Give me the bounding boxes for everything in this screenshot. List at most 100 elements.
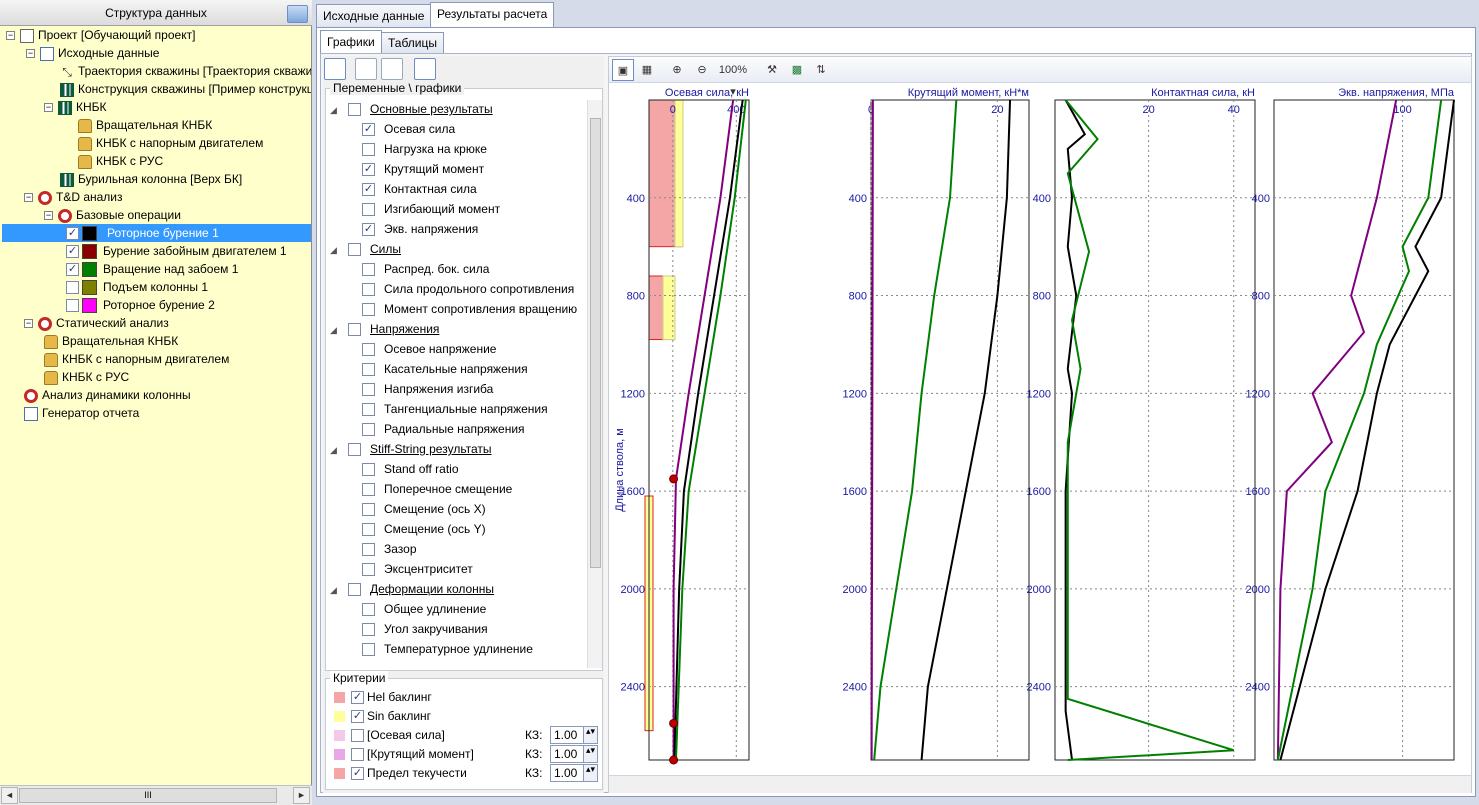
variable-category[interactable]: ◢ Stiff-String результаты	[330, 439, 492, 459]
variable-checkbox[interactable]	[348, 323, 361, 337]
variable-checkbox[interactable]	[362, 563, 375, 577]
tree-item[interactable]: ✓ Бурение забойным двигателем 1	[66, 242, 287, 260]
variable-checkbox[interactable]	[362, 143, 375, 157]
variable-item[interactable]: ✓ Крутящий момент	[362, 159, 484, 179]
panel-options-button[interactable]	[287, 5, 308, 23]
tree-item[interactable]: КНБК с РУС	[44, 368, 129, 386]
variable-checkbox[interactable]	[362, 543, 375, 557]
variable-category[interactable]: ◢ Основные результаты	[330, 99, 493, 119]
variable-item[interactable]: Поперечное смещение	[362, 479, 512, 499]
tree-item[interactable]: Подъем колонны 1	[66, 278, 208, 296]
collapse-toggle[interactable]: −	[6, 31, 15, 41]
expand-arrow-icon[interactable]: ◢	[330, 240, 342, 260]
variable-item[interactable]: Касательные напряжения	[362, 359, 528, 379]
scroll-right-button[interactable]: ►	[293, 787, 310, 804]
variable-item[interactable]: Сила продольного сопротивления	[362, 279, 574, 299]
variable-checkbox[interactable]: ✓	[362, 223, 375, 237]
tree-item[interactable]: Вращательная КНБК	[78, 116, 212, 134]
variable-checkbox[interactable]	[362, 503, 375, 517]
variable-checkbox[interactable]	[362, 423, 375, 437]
variable-item[interactable]: Смещение (ось Y)	[362, 519, 486, 539]
legend-toggle-icon[interactable]: ▣	[612, 59, 634, 81]
variable-category[interactable]: ◢ Силы	[330, 239, 401, 259]
tree-item[interactable]: − Статический анализ	[24, 314, 169, 332]
kz-spinner[interactable]: ▴▾	[583, 746, 597, 762]
tree-item[interactable]: − Базовые операции	[44, 206, 181, 224]
tree-item[interactable]: КНБК с напорным двигателем	[78, 134, 263, 152]
layout-icon[interactable]	[414, 58, 436, 80]
tree-item[interactable]: − КНБК	[44, 98, 107, 116]
tree-item-checkbox[interactable]	[66, 281, 79, 295]
axis-settings-icon[interactable]: ⇅	[811, 59, 831, 81]
variable-checkbox[interactable]	[362, 363, 375, 377]
zoom-level-select[interactable]: 100% ▾	[715, 59, 751, 98]
collapse-toggle[interactable]: −	[24, 319, 33, 329]
kz-input[interactable]: 1.00 ▴▾	[550, 726, 598, 744]
tree-hscrollbar[interactable]: ◄ III ►	[0, 785, 312, 805]
kz-input[interactable]: 1.00 ▴▾	[550, 764, 598, 782]
vscroll-thumb[interactable]	[590, 118, 601, 568]
variable-checkbox[interactable]	[362, 643, 375, 657]
variable-item[interactable]: Нагрузка на крюке	[362, 139, 487, 159]
chart-view-icon[interactable]	[324, 58, 346, 80]
kz-spinner[interactable]: ▴▾	[583, 727, 597, 743]
tree-item[interactable]: ⤡ Траектория скважины [Траектория скважин…	[60, 62, 311, 80]
variable-item[interactable]: Общее удлинение	[362, 599, 486, 619]
tab-input-data[interactable]: Исходные данные	[316, 4, 432, 28]
tree-item[interactable]: Анализ динамики колонны	[24, 386, 191, 404]
variable-checkbox[interactable]	[362, 603, 375, 617]
zoom-in-icon[interactable]: ⊕	[667, 59, 687, 81]
zoom-out-icon[interactable]: ⊖	[692, 59, 712, 81]
tree-item[interactable]: ✓ Роторное бурение 1	[2, 224, 311, 242]
variable-item[interactable]: Момент сопротивления вращению	[362, 299, 577, 319]
variable-checkbox[interactable]	[348, 103, 361, 117]
scroll-left-button[interactable]: ◄	[1, 787, 18, 804]
variable-checkbox[interactable]: ✓	[362, 123, 375, 137]
criterion-checkbox[interactable]	[351, 748, 364, 762]
variable-item[interactable]: Зазор	[362, 539, 417, 559]
variable-item[interactable]: Тангенциальные напряжения	[362, 399, 548, 419]
variable-checkbox[interactable]	[348, 443, 361, 457]
variable-item[interactable]: Изгибающий момент	[362, 199, 500, 219]
tree-item-checkbox[interactable]: ✓	[66, 227, 79, 241]
variable-checkbox[interactable]	[362, 303, 375, 317]
collapse-toggle[interactable]: −	[44, 103, 53, 113]
collapse-toggle[interactable]: −	[24, 193, 33, 203]
tree-item[interactable]: − T&D анализ	[24, 188, 123, 206]
collapse-all-icon[interactable]	[381, 58, 403, 80]
collapse-toggle[interactable]: −	[44, 211, 53, 221]
variable-item[interactable]: Распред. бок. сила	[362, 259, 489, 279]
variable-item[interactable]: ✓ Контактная сила	[362, 179, 477, 199]
variable-checkbox[interactable]	[348, 583, 361, 597]
variable-category[interactable]: ◢ Деформации колонны	[330, 579, 494, 599]
tree-item[interactable]: − Исходные данные	[26, 44, 159, 62]
expand-arrow-icon[interactable]: ◢	[330, 440, 342, 460]
collapse-toggle[interactable]: −	[26, 49, 35, 59]
grid-icon[interactable]: ▦	[637, 59, 657, 81]
variable-checkbox[interactable]	[362, 523, 375, 537]
criterion-checkbox[interactable]	[351, 729, 364, 743]
variable-item[interactable]: ✓ Осевая сила	[362, 119, 455, 139]
variable-category[interactable]: ◢ Напряжения	[330, 319, 439, 339]
variable-checkbox[interactable]	[362, 343, 375, 357]
expand-arrow-icon[interactable]: ◢	[330, 100, 342, 120]
criterion-checkbox[interactable]: ✓	[351, 710, 364, 724]
variable-item[interactable]: Осевое напряжение	[362, 339, 496, 359]
variable-checkbox[interactable]	[362, 283, 375, 297]
tree-item[interactable]: Генератор отчета	[24, 404, 139, 422]
variable-item[interactable]: Stand off ratio	[362, 459, 459, 479]
variable-item[interactable]: Угол закручивания	[362, 619, 488, 639]
variable-item[interactable]: Смещение (ось X)	[362, 499, 486, 519]
tree-item[interactable]: КНБК с РУС	[78, 152, 163, 170]
tab-results[interactable]: Результаты расчета	[430, 2, 555, 28]
expand-arrow-icon[interactable]: ◢	[330, 580, 342, 600]
variable-item[interactable]: Напряжения изгиба	[362, 379, 493, 399]
hammer-icon[interactable]: ⚒	[762, 59, 782, 81]
variable-checkbox[interactable]	[362, 623, 375, 637]
tree-item-checkbox[interactable]: ✓	[66, 263, 79, 277]
criterion-checkbox[interactable]: ✓	[351, 691, 364, 705]
variable-item[interactable]: Эксцентриситет	[362, 559, 473, 579]
variable-checkbox[interactable]	[362, 483, 375, 497]
variable-checkbox[interactable]: ✓	[362, 183, 375, 197]
variable-checkbox[interactable]	[362, 203, 375, 217]
